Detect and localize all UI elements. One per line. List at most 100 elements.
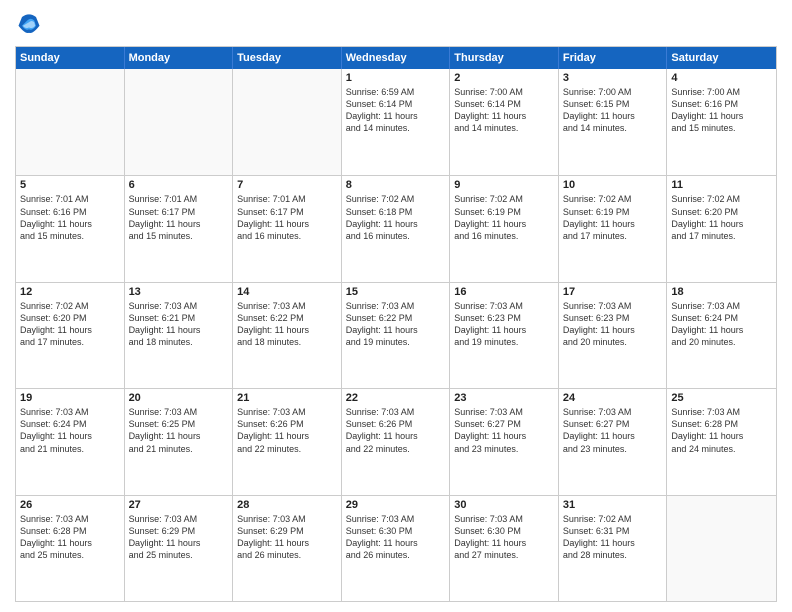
day-cell-31: 31 Sunrise: 7:02 AMSunset: 6:31 PMDayligh…: [559, 496, 668, 601]
day-cell-12: 12 Sunrise: 7:02 AMSunset: 6:20 PMDayligh…: [16, 283, 125, 388]
day-number-5: 5: [20, 179, 120, 191]
day-number-13: 13: [129, 286, 229, 298]
day-cell-3: 3 Sunrise: 7:00 AMSunset: 6:15 PMDaylight…: [559, 69, 668, 175]
day-number-18: 18: [671, 286, 772, 298]
day-cell-8: 8Sunrise: 7:02 AMSunset: 6:18 PMDaylight…: [342, 176, 451, 281]
day-cell-2: 2 Sunrise: 7:00 AMSunset: 6:14 PMDaylight…: [450, 69, 559, 175]
cell-info-1: Sunrise: 6:59 AMSunset: 6:14 PMDaylight:…: [346, 86, 446, 135]
calendar-row-1: 5 Sunrise: 7:01 AMSunset: 6:16 PMDaylight…: [16, 175, 776, 281]
day-number-27: 27: [129, 499, 229, 511]
day-number-11: 11: [671, 179, 772, 191]
weekday-header-friday: Friday: [559, 47, 668, 69]
day-number-25: 25: [671, 392, 772, 404]
logo: [15, 10, 47, 38]
calendar-row-2: 12 Sunrise: 7:02 AMSunset: 6:20 PMDayligh…: [16, 282, 776, 388]
day-number-28: 28: [237, 499, 337, 511]
empty-cell-r0-c2: [233, 69, 342, 175]
cell-info-12: Sunrise: 7:02 AMSunset: 6:20 PMDaylight:…: [20, 300, 120, 349]
day-number-1: 1: [346, 72, 446, 84]
day-cell-10: 10 Sunrise: 7:02 AMSunset: 6:19 PMDayligh…: [559, 176, 668, 281]
day-number-23: 23: [454, 392, 554, 404]
day-cell-6: 6Sunrise: 7:01 AMSunset: 6:17 PMDaylight…: [125, 176, 234, 281]
day-number-9: 9: [454, 179, 554, 191]
cell-info-30: Sunrise: 7:03 AMSunset: 6:30 PMDaylight:…: [454, 513, 554, 562]
day-number-12: 12: [20, 286, 120, 298]
cell-info-10: Sunrise: 7:02 AMSunset: 6:19 PMDaylight:…: [563, 193, 663, 242]
day-cell-28: 28 Sunrise: 7:03 AMSunset: 6:29 PMDayligh…: [233, 496, 342, 601]
calendar: SundayMondayTuesdayWednesdayThursdayFrid…: [15, 46, 777, 602]
day-cell-11: 11 Sunrise: 7:02 AMSunset: 6:20 PMDayligh…: [667, 176, 776, 281]
day-cell-29: 29Sunrise: 7:03 AMSunset: 6:30 PMDayligh…: [342, 496, 451, 601]
cell-info-19: Sunrise: 7:03 AMSunset: 6:24 PMDaylight:…: [20, 406, 120, 455]
calendar-header: SundayMondayTuesdayWednesdayThursdayFrid…: [16, 47, 776, 69]
day-number-26: 26: [20, 499, 120, 511]
cell-info-18: Sunrise: 7:03 AMSunset: 6:24 PMDaylight:…: [671, 300, 772, 349]
day-cell-21: 21Sunrise: 7:03 AMSunset: 6:26 PMDayligh…: [233, 389, 342, 494]
day-cell-30: 30 Sunrise: 7:03 AMSunset: 6:30 PMDayligh…: [450, 496, 559, 601]
cell-info-11: Sunrise: 7:02 AMSunset: 6:20 PMDaylight:…: [671, 193, 772, 242]
day-cell-26: 26 Sunrise: 7:03 AMSunset: 6:28 PMDayligh…: [16, 496, 125, 601]
day-cell-4: 4 Sunrise: 7:00 AMSunset: 6:16 PMDaylight…: [667, 69, 776, 175]
day-cell-16: 16Sunrise: 7:03 AMSunset: 6:23 PMDayligh…: [450, 283, 559, 388]
cell-info-9: Sunrise: 7:02 AMSunset: 6:19 PMDaylight:…: [454, 193, 554, 242]
day-number-20: 20: [129, 392, 229, 404]
cell-info-3: Sunrise: 7:00 AMSunset: 6:15 PMDaylight:…: [563, 86, 663, 135]
day-cell-23: 23Sunrise: 7:03 AMSunset: 6:27 PMDayligh…: [450, 389, 559, 494]
cell-info-7: Sunrise: 7:01 AMSunset: 6:17 PMDaylight:…: [237, 193, 337, 242]
weekday-header-tuesday: Tuesday: [233, 47, 342, 69]
day-cell-13: 13 Sunrise: 7:03 AMSunset: 6:21 PMDayligh…: [125, 283, 234, 388]
cell-info-5: Sunrise: 7:01 AMSunset: 6:16 PMDaylight:…: [20, 193, 120, 242]
cell-info-17: Sunrise: 7:03 AMSunset: 6:23 PMDaylight:…: [563, 300, 663, 349]
day-cell-24: 24 Sunrise: 7:03 AMSunset: 6:27 PMDayligh…: [559, 389, 668, 494]
calendar-row-3: 19 Sunrise: 7:03 AMSunset: 6:24 PMDayligh…: [16, 388, 776, 494]
day-number-7: 7: [237, 179, 337, 191]
day-number-24: 24: [563, 392, 663, 404]
day-cell-17: 17 Sunrise: 7:03 AMSunset: 6:23 PMDayligh…: [559, 283, 668, 388]
cell-info-15: Sunrise: 7:03 AMSunset: 6:22 PMDaylight:…: [346, 300, 446, 349]
day-number-4: 4: [671, 72, 772, 84]
cell-info-13: Sunrise: 7:03 AMSunset: 6:21 PMDaylight:…: [129, 300, 229, 349]
day-number-17: 17: [563, 286, 663, 298]
calendar-row-0: 1 Sunrise: 6:59 AMSunset: 6:14 PMDaylight…: [16, 69, 776, 175]
day-number-14: 14: [237, 286, 337, 298]
cell-info-14: Sunrise: 7:03 AMSunset: 6:22 PMDaylight:…: [237, 300, 337, 349]
day-cell-25: 25 Sunrise: 7:03 AMSunset: 6:28 PMDayligh…: [667, 389, 776, 494]
cell-info-24: Sunrise: 7:03 AMSunset: 6:27 PMDaylight:…: [563, 406, 663, 455]
day-number-30: 30: [454, 499, 554, 511]
calendar-body: 1 Sunrise: 6:59 AMSunset: 6:14 PMDaylight…: [16, 69, 776, 601]
day-cell-7: 7 Sunrise: 7:01 AMSunset: 6:17 PMDaylight…: [233, 176, 342, 281]
cell-info-21: Sunrise: 7:03 AMSunset: 6:26 PMDaylight:…: [237, 406, 337, 455]
cell-info-27: Sunrise: 7:03 AMSunset: 6:29 PMDaylight:…: [129, 513, 229, 562]
weekday-header-thursday: Thursday: [450, 47, 559, 69]
cell-info-20: Sunrise: 7:03 AMSunset: 6:25 PMDaylight:…: [129, 406, 229, 455]
day-number-22: 22: [346, 392, 446, 404]
weekday-header-monday: Monday: [125, 47, 234, 69]
calendar-row-4: 26 Sunrise: 7:03 AMSunset: 6:28 PMDayligh…: [16, 495, 776, 601]
cell-info-31: Sunrise: 7:02 AMSunset: 6:31 PMDaylight:…: [563, 513, 663, 562]
header: [15, 10, 777, 38]
empty-cell-r4-c6: [667, 496, 776, 601]
page: SundayMondayTuesdayWednesdayThursdayFrid…: [0, 0, 792, 612]
day-number-10: 10: [563, 179, 663, 191]
day-number-3: 3: [563, 72, 663, 84]
day-cell-20: 20 Sunrise: 7:03 AMSunset: 6:25 PMDayligh…: [125, 389, 234, 494]
cell-info-8: Sunrise: 7:02 AMSunset: 6:18 PMDaylight:…: [346, 193, 446, 242]
weekday-header-wednesday: Wednesday: [342, 47, 451, 69]
day-cell-19: 19 Sunrise: 7:03 AMSunset: 6:24 PMDayligh…: [16, 389, 125, 494]
day-cell-27: 27 Sunrise: 7:03 AMSunset: 6:29 PMDayligh…: [125, 496, 234, 601]
day-number-16: 16: [454, 286, 554, 298]
cell-info-2: Sunrise: 7:00 AMSunset: 6:14 PMDaylight:…: [454, 86, 554, 135]
cell-info-4: Sunrise: 7:00 AMSunset: 6:16 PMDaylight:…: [671, 86, 772, 135]
day-number-2: 2: [454, 72, 554, 84]
day-number-31: 31: [563, 499, 663, 511]
day-number-19: 19: [20, 392, 120, 404]
cell-info-28: Sunrise: 7:03 AMSunset: 6:29 PMDaylight:…: [237, 513, 337, 562]
cell-info-26: Sunrise: 7:03 AMSunset: 6:28 PMDaylight:…: [20, 513, 120, 562]
day-cell-18: 18 Sunrise: 7:03 AMSunset: 6:24 PMDayligh…: [667, 283, 776, 388]
cell-info-25: Sunrise: 7:03 AMSunset: 6:28 PMDaylight:…: [671, 406, 772, 455]
cell-info-22: Sunrise: 7:03 AMSunset: 6:26 PMDaylight:…: [346, 406, 446, 455]
day-number-15: 15: [346, 286, 446, 298]
day-number-29: 29: [346, 499, 446, 511]
day-number-6: 6: [129, 179, 229, 191]
empty-cell-r0-c1: [125, 69, 234, 175]
